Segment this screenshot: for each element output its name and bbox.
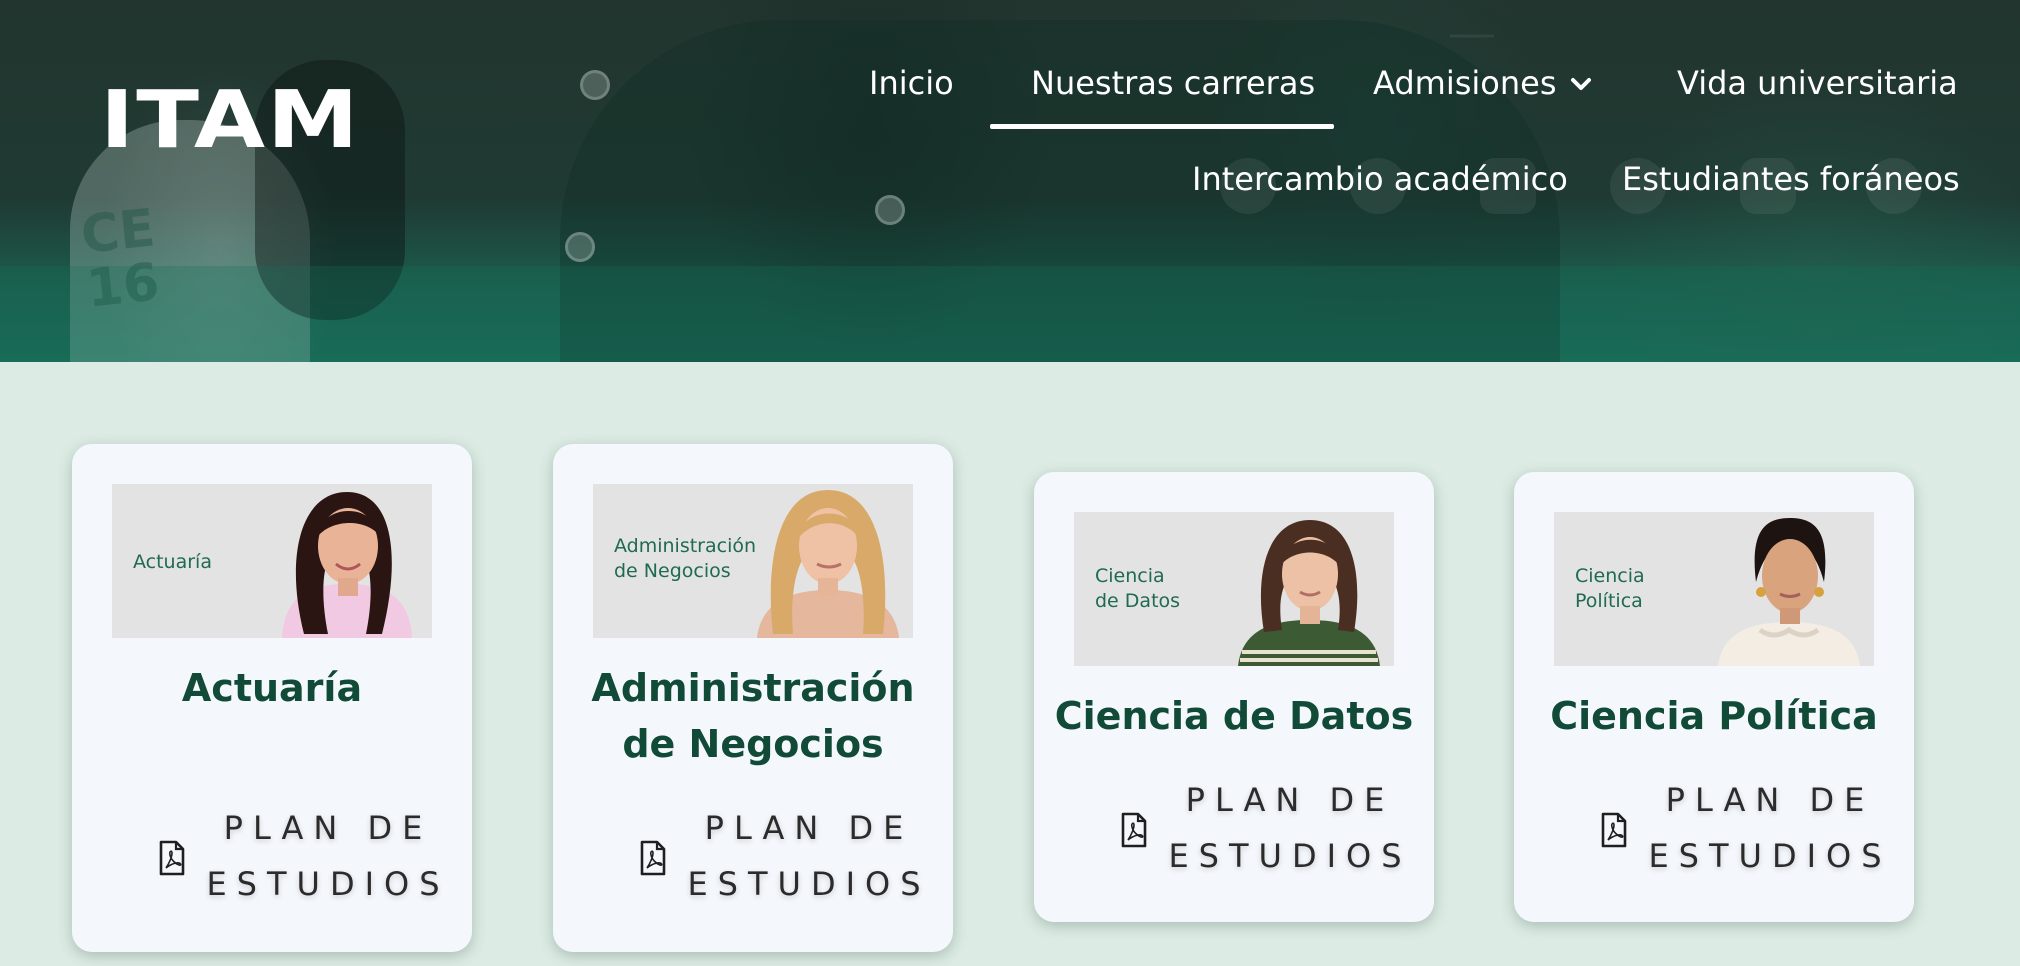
thumbnail-label: Ciencia: [1575, 565, 1645, 587]
student-photo: [757, 490, 899, 638]
pdf-icon: [1601, 812, 1627, 848]
plan-de-estudios-link[interactable]: PLAN DE ESTUDIOS: [1600, 772, 1900, 884]
program-thumbnail: Actuaría: [112, 484, 432, 638]
program-thumbnail: Ciencia Política: [1554, 512, 1874, 666]
program-card-administracion-de-negocios[interactable]: Administración de Negocios Administració…: [553, 444, 953, 952]
thumbnail-label: Actuaría: [133, 551, 212, 573]
nav-estudiantes-foraneos[interactable]: Estudiantes foráneos: [1622, 159, 1960, 199]
pdf-icon: [159, 840, 185, 876]
plan-label: PLAN DE: [223, 809, 433, 847]
program-card-ciencia-de-datos[interactable]: Ciencia de Datos Ciencia de Datos PLAN D…: [1034, 472, 1434, 922]
nav-admisiones[interactable]: Admisiones: [1373, 63, 1556, 103]
plan-label: ESTUDIOS: [687, 865, 931, 903]
thumbnail-label: de Negocios: [614, 560, 731, 582]
program-title[interactable]: Administración: [553, 660, 953, 716]
nav-intercambio-academico[interactable]: Intercambio académico: [1192, 159, 1568, 199]
hero-photo-button: [565, 232, 595, 262]
student-photo: [1718, 518, 1860, 666]
program-card-ciencia-politica[interactable]: Ciencia Política Ciencia Política PLAN D…: [1514, 472, 1914, 922]
student-photo: [282, 492, 412, 638]
program-card-actuaria[interactable]: Actuaría Actuaría PLAN DE ESTUDIOS: [72, 444, 472, 952]
plan-de-estudios-link[interactable]: PLAN DE ESTUDIOS: [639, 800, 939, 912]
plan-label: ESTUDIOS: [1648, 837, 1892, 875]
program-thumbnail: Administración de Negocios: [593, 484, 913, 638]
thumbnail-label: de Datos: [1095, 590, 1181, 612]
thumbnail-label: Política: [1575, 590, 1643, 612]
hero-photo-button: [580, 70, 610, 100]
program-title[interactable]: de Negocios: [553, 716, 953, 772]
nav-inicio[interactable]: Inicio: [869, 63, 954, 103]
plan-de-estudios-link[interactable]: PLAN DE ESTUDIOS: [1120, 772, 1420, 884]
pdf-icon: [640, 840, 666, 876]
nav-active-indicator: [990, 124, 1334, 129]
hero-band: [0, 266, 2020, 362]
hero-ghost-text: —: [1450, 8, 1494, 57]
itam-logo[interactable]: ITAM: [100, 80, 361, 159]
plan-label: ESTUDIOS: [206, 865, 450, 903]
hero-header: CE 16 — ITAM Inicio Nuestras carreras Adm…: [0, 0, 2020, 362]
program-title[interactable]: Ciencia de Datos: [1034, 688, 1434, 744]
plan-label: PLAN DE: [1185, 781, 1395, 819]
thumbnail-label: Ciencia: [1095, 565, 1165, 587]
plan-label: ESTUDIOS: [1168, 837, 1412, 875]
plan-label: PLAN DE: [1665, 781, 1875, 819]
pdf-icon: [1121, 812, 1147, 848]
plan-de-estudios-link[interactable]: PLAN DE ESTUDIOS: [158, 800, 458, 912]
chevron-down-icon[interactable]: [1570, 73, 1592, 95]
plan-label: PLAN DE: [704, 809, 914, 847]
student-photo: [1238, 520, 1380, 666]
thumbnail-label: Administración: [614, 535, 757, 557]
nav-nuestras-carreras[interactable]: Nuestras carreras: [1031, 63, 1315, 103]
program-title[interactable]: Actuaría: [72, 660, 472, 716]
nav-vida-universitaria[interactable]: Vida universitaria: [1677, 63, 1958, 103]
hero-photo-button: [875, 195, 905, 225]
program-thumbnail: Ciencia de Datos: [1074, 512, 1394, 666]
program-title[interactable]: Ciencia Política: [1514, 688, 1914, 744]
